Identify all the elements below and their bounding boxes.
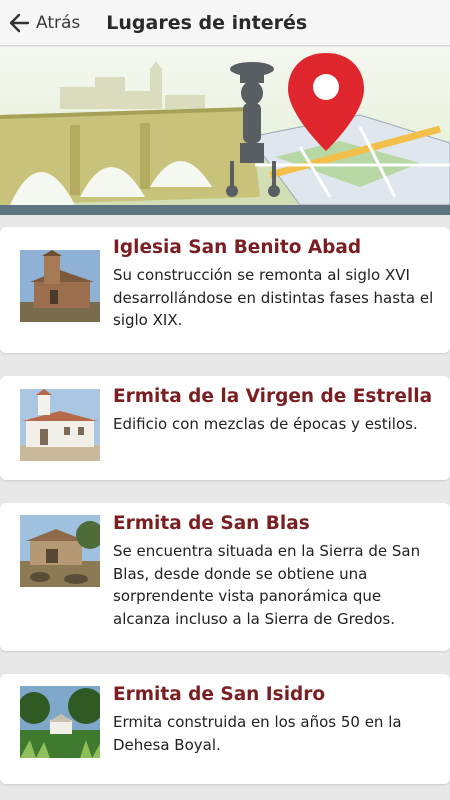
app-bar: Atrás Lugares de interés [0, 0, 450, 46]
church-thumbnail [20, 250, 100, 322]
bridge-graphic [0, 107, 260, 205]
page-title: Lugares de interés [106, 11, 308, 34]
hermitage-thumbnail [20, 389, 100, 461]
hermitage-thumbnail [20, 515, 100, 587]
list-item[interactable]: Iglesia San Benito Abad Su construcción … [0, 227, 450, 353]
hermitage-thumbnail [20, 686, 100, 758]
place-title: Iglesia San Benito Abad [113, 237, 362, 258]
header-banner [0, 47, 450, 205]
back-button[interactable]: Atrás [0, 0, 86, 46]
banner-divider [0, 205, 450, 215]
arrow-left-icon [8, 12, 30, 34]
place-description: Ermita construida en los años 50 en la D… [113, 713, 402, 754]
back-label: Atrás [36, 12, 81, 33]
list-item[interactable]: Ermita de San Isidro Ermita construida e… [0, 674, 450, 784]
place-title: Ermita de San Blas [113, 513, 310, 534]
place-title: Ermita de la Virgen de Estrella [113, 386, 433, 407]
banner-illustration [0, 53, 450, 205]
list-item[interactable]: Ermita de la Virgen de Estrella Edificio… [0, 376, 450, 480]
list-item[interactable]: Ermita de San Blas Se encuentra situada … [0, 503, 450, 651]
place-description: Su construcción se remonta al siglo XVI … [113, 266, 434, 329]
place-description: Se encuentra situada en la Sierra de San… [113, 542, 421, 628]
place-title: Ermita de San Isidro [113, 684, 326, 705]
place-description: Edificio con mezclas de épocas y estilos… [113, 415, 418, 433]
